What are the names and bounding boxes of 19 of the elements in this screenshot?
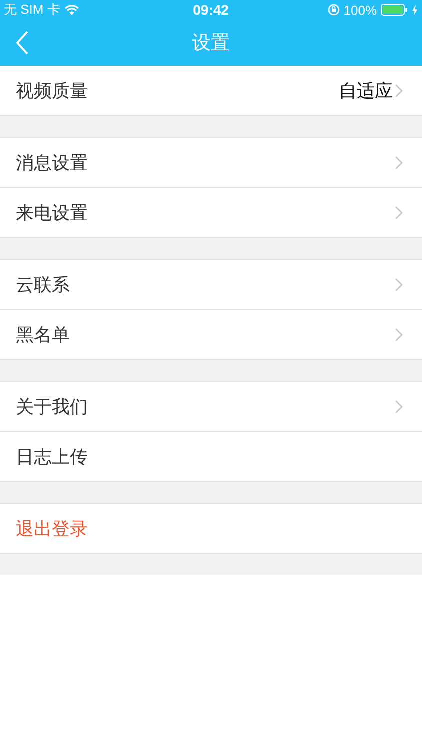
chevron-left-icon — [16, 31, 29, 55]
screen-title: 设置 — [192, 31, 230, 56]
settings-row[interactable]: 消息设置 — [0, 138, 422, 188]
clock-text: 09:42 — [193, 2, 229, 18]
rotation-lock-icon — [328, 4, 340, 16]
settings-row[interactable]: 退出登录 — [0, 504, 422, 554]
settings-row[interactable]: 关于我们 — [0, 382, 422, 432]
wifi-icon — [65, 4, 80, 16]
battery-icon — [381, 4, 408, 16]
settings-row[interactable]: 视频质量 自适应 — [0, 66, 422, 116]
battery-text: 100% — [344, 2, 377, 18]
charging-bolt-icon — [412, 4, 418, 16]
carrier-text: 无 SIM 卡 — [4, 1, 60, 19]
settings-row[interactable]: 日志上传 — [0, 432, 422, 482]
settings-row[interactable]: 黑名单 — [0, 310, 422, 360]
settings-row[interactable]: 云联系 — [0, 260, 422, 310]
row-value: 自适应 — [339, 80, 393, 102]
back-button[interactable] — [16, 30, 29, 56]
settings-row[interactable]: 来电设置 — [0, 188, 422, 238]
